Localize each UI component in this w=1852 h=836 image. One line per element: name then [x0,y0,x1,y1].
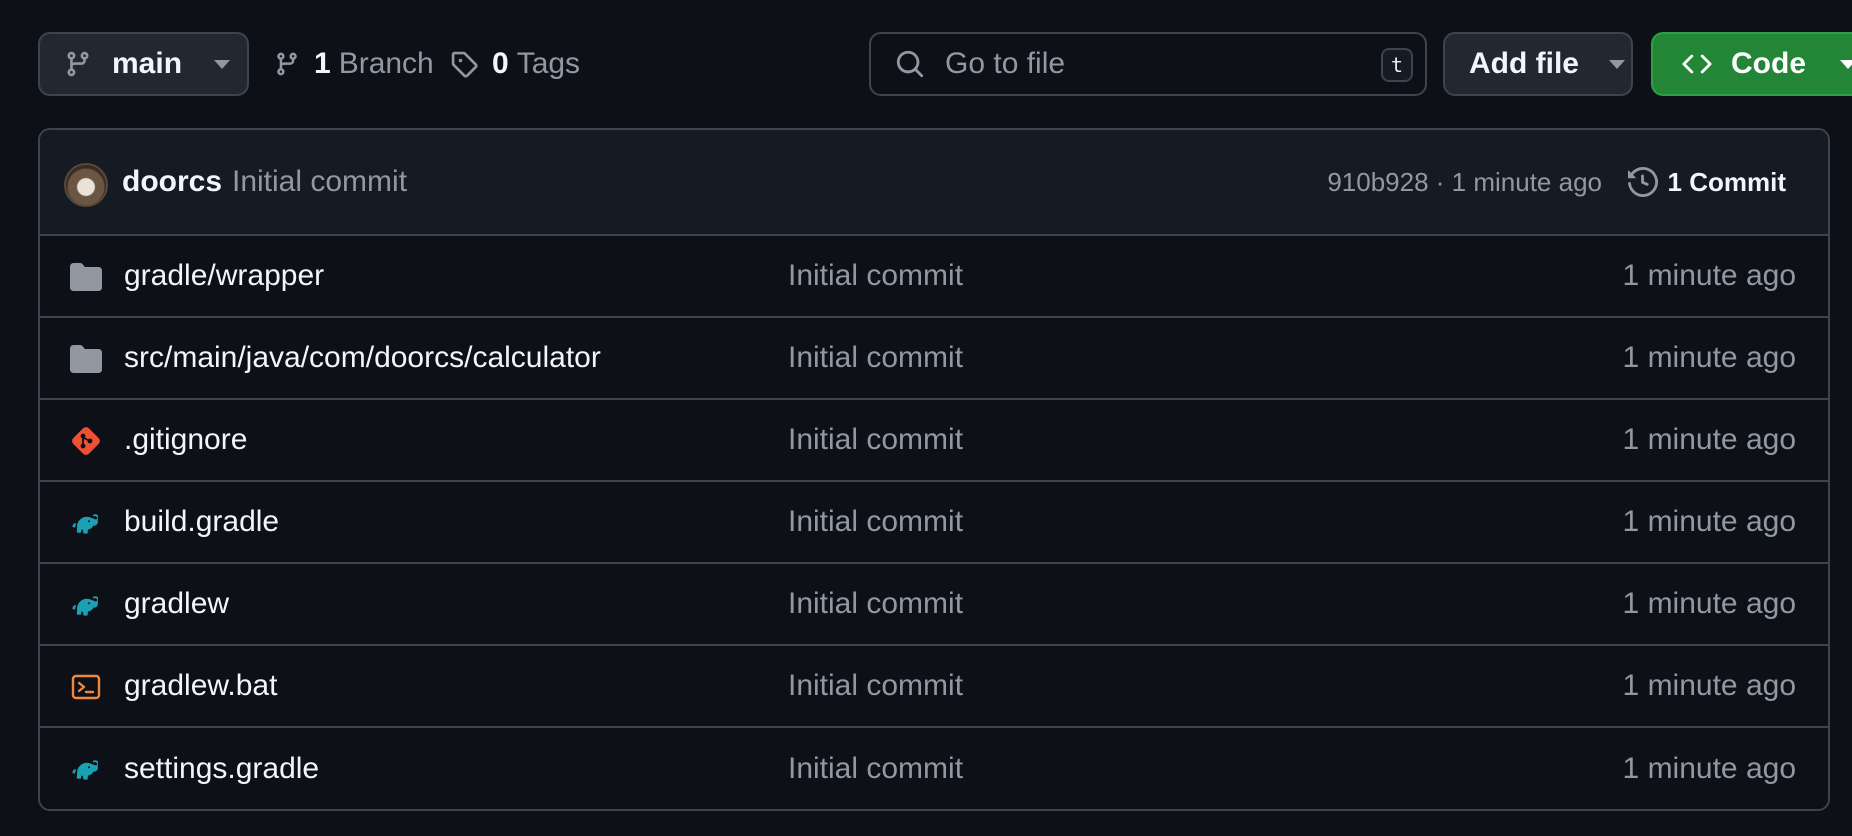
file-name[interactable]: gradlew.bat [124,669,277,703]
gradle-icon [70,753,102,785]
file-row[interactable]: gradle/wrapper Initial commit 1 minute a… [40,236,1828,318]
file-name[interactable]: build.gradle [124,505,279,539]
repo-toolbar: main 1 Branch 0 Tags Go to file t Add fi… [38,32,1852,96]
code-label: Code [1731,47,1806,80]
commit-history-link[interactable]: 1 Commit [1627,166,1786,198]
code-icon [1681,49,1713,79]
code-button[interactable]: Code [1651,32,1852,96]
file-commit-time: 1 minute ago [1622,259,1796,292]
commit-meta: 910b928 · 1 minute ago [1327,167,1602,198]
file-row[interactable]: settings.gradle Initial commit 1 minute … [40,728,1828,809]
branch-count-label: Branch [338,47,434,80]
file-commit-time: 1 minute ago [1622,669,1796,702]
folder-icon [70,261,102,293]
gradle-icon [70,507,102,539]
file-row[interactable]: gradlew Initial commit 1 minute ago [40,564,1828,646]
chevron-down-icon [214,59,231,69]
chevron-down-icon [1609,59,1625,69]
file-commit-message[interactable]: Initial commit [788,259,963,293]
file-name[interactable]: src/main/java/com/doorcs/calculator [124,341,601,375]
add-file-button[interactable]: Add file [1443,32,1633,96]
branch-selector-button[interactable]: main [38,32,249,96]
avatar[interactable] [64,163,108,207]
branches-link[interactable]: 1 Branch [274,32,434,96]
search-icon [895,49,925,79]
file-commit-time: 1 minute ago [1622,505,1796,538]
terminal-icon [70,671,102,703]
chevron-down-icon [1840,59,1852,69]
file-name[interactable]: gradle/wrapper [124,259,324,293]
commit-time: 1 minute ago [1451,166,1602,197]
git-branch-icon [274,50,300,78]
tags-link[interactable]: 0 Tags [450,32,580,96]
file-name[interactable]: gradlew [124,587,229,621]
file-commit-message[interactable]: Initial commit [788,669,963,703]
tag-icon [450,50,478,78]
git-icon [70,425,102,457]
latest-commit-bar: doorcs Initial commit 910b928 · 1 minute… [40,130,1828,236]
commit-count-label: 1 Commit [1667,166,1786,197]
branch-count: 1 [314,47,331,80]
search-placeholder: Go to file [945,47,1066,80]
file-commit-time: 1 minute ago [1622,423,1796,456]
add-file-label: Add file [1469,47,1579,80]
file-commit-message[interactable]: Initial commit [788,752,963,786]
go-to-file-input[interactable]: Go to file t [869,32,1427,96]
commit-meta-separator: · [1428,166,1452,197]
file-name[interactable]: .gitignore [124,423,247,457]
file-row[interactable]: .gitignore Initial commit 1 minute ago [40,400,1828,482]
file-row[interactable]: build.gradle Initial commit 1 minute ago [40,482,1828,564]
commit-author[interactable]: doorcs [122,165,222,199]
file-browser: doorcs Initial commit 910b928 · 1 minute… [38,128,1830,811]
file-name[interactable]: settings.gradle [124,752,319,786]
commit-message[interactable]: Initial commit [232,165,407,199]
gradle-icon [70,589,102,621]
keyboard-shortcut-hint: t [1381,48,1413,82]
commit-sha[interactable]: 910b928 [1327,167,1428,197]
branch-name: main [112,47,183,80]
file-commit-message[interactable]: Initial commit [788,505,963,539]
tag-count-label: Tags [516,47,581,80]
file-commit-time: 1 minute ago [1622,751,1796,785]
file-commit-message[interactable]: Initial commit [788,587,963,621]
git-branch-icon [64,49,92,79]
file-row[interactable]: src/main/java/com/doorcs/calculator Init… [40,318,1828,400]
file-commit-time: 1 minute ago [1622,587,1796,620]
file-commit-message[interactable]: Initial commit [788,423,963,457]
file-commit-message[interactable]: Initial commit [788,341,963,375]
folder-icon [70,343,102,375]
history-icon [1627,167,1658,197]
tag-count: 0 [492,47,509,80]
file-row[interactable]: gradlew.bat Initial commit 1 minute ago [40,646,1828,728]
file-commit-time: 1 minute ago [1622,341,1796,374]
